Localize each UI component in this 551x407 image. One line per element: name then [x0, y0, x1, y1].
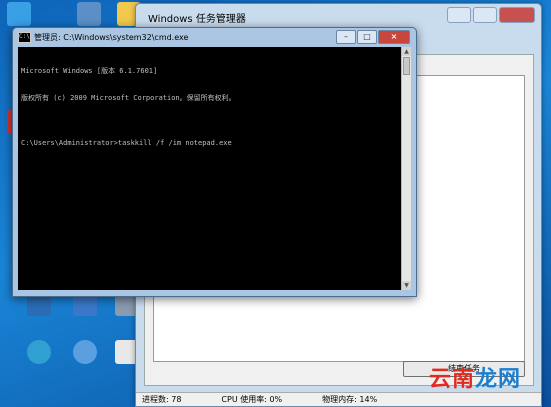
- cmd-title: 管理员: C:\Windows\system32\cmd.exe: [34, 33, 189, 42]
- console-line: Microsoft Windows [版本 6.1.7601]: [21, 67, 158, 75]
- scroll-thumb[interactable]: [403, 57, 410, 75]
- desktop-icon[interactable]: [0, 2, 38, 28]
- app-icon: [77, 2, 101, 26]
- watermark-part1: 云南: [428, 367, 475, 392]
- minimize-button[interactable]: [447, 7, 471, 23]
- console-output[interactable]: Microsoft Windows [版本 6.1.7601] 版权所有 (c)…: [18, 47, 402, 290]
- cmd-window-controls: – □ ×: [336, 30, 410, 44]
- scroll-up-arrow-icon[interactable]: ▲: [402, 47, 411, 56]
- app-icon: [7, 2, 31, 26]
- window-controls: [447, 7, 535, 23]
- vertical-scrollbar[interactable]: ▲ ▼: [401, 47, 411, 290]
- cmd-window[interactable]: C:\ 管理员: C:\Windows\system32\cmd.exe – □…: [12, 27, 417, 297]
- process-count: 进程数: 78: [142, 395, 182, 404]
- maximize-button[interactable]: □: [357, 30, 377, 44]
- console-line: 版权所有 (c) 2009 Microsoft Corporation。保留所有…: [21, 94, 236, 102]
- close-button[interactable]: [499, 7, 535, 23]
- desktop-icon[interactable]: [66, 340, 104, 366]
- minimize-button[interactable]: –: [336, 30, 356, 44]
- edge-icon: [27, 340, 51, 364]
- memory-usage: 物理内存: 14%: [322, 395, 378, 404]
- task-manager-title: Windows 任务管理器: [148, 14, 246, 25]
- cpu-usage: CPU 使用率: 0%: [221, 395, 283, 404]
- console-icon: C:\: [18, 32, 31, 43]
- app-icon: [73, 340, 97, 364]
- cmd-titlebar[interactable]: C:\ 管理员: C:\Windows\system32\cmd.exe – □…: [13, 28, 416, 46]
- watermark-part2: 龙网: [474, 367, 521, 392]
- close-button[interactable]: ×: [378, 30, 410, 44]
- maximize-button[interactable]: [473, 7, 497, 23]
- desktop-icon[interactable]: [20, 340, 58, 366]
- console-line: C:\Users\Administrator>taskkill /f /im n…: [21, 139, 232, 147]
- scroll-down-arrow-icon[interactable]: ▼: [402, 281, 411, 290]
- watermark: 云南龙网: [429, 361, 521, 393]
- status-bar: 进程数: 78 CPU 使用率: 0% 物理内存: 14%: [136, 392, 541, 406]
- desktop-icon[interactable]: [70, 2, 108, 28]
